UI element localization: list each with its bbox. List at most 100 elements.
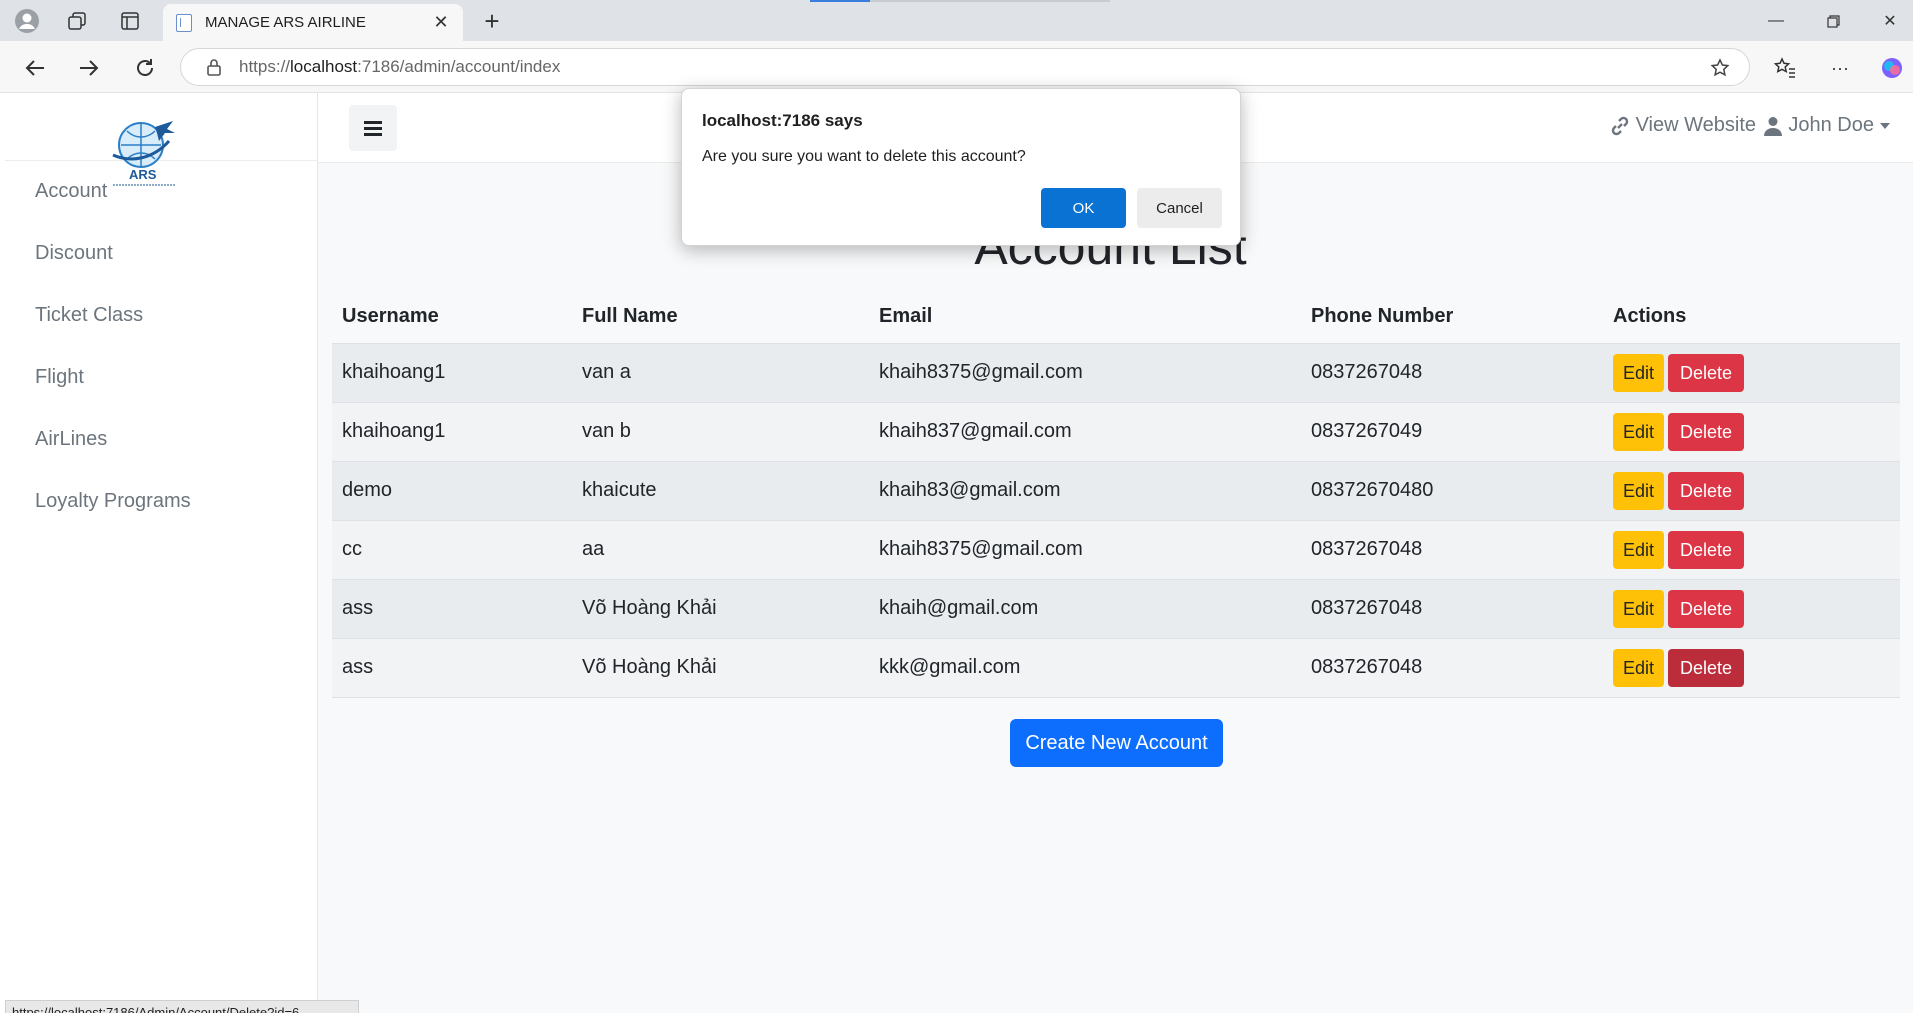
copilot-icon[interactable] [1877, 53, 1907, 83]
tab-actions-icon[interactable] [116, 7, 144, 35]
url-text[interactable]: https://localhost:7186/admin/account/ind… [239, 57, 560, 77]
cell-username: demo [332, 461, 572, 521]
cell-full-name: van b [572, 402, 869, 462]
column-header-username: Username [332, 290, 572, 344]
table-row: khaihoang1 van a khaih8375@gmail.com 083… [332, 343, 1900, 403]
address-bar[interactable]: https://localhost:7186/admin/account/ind… [180, 48, 1750, 86]
cell-email: khaih8375@gmail.com [869, 343, 1301, 403]
delete-button[interactable]: Delete [1668, 471, 1745, 510]
cell-full-name: Võ Hoàng Khải [572, 579, 869, 639]
column-header-phone: Phone Number [1301, 290, 1603, 344]
cell-actions: Edit Delete [1603, 402, 1900, 462]
sidebar-item-flight[interactable]: Flight [35, 367, 191, 429]
back-icon[interactable] [20, 53, 50, 83]
cell-actions: Edit Delete [1603, 520, 1900, 580]
cell-phone: 0837267048 [1301, 638, 1603, 698]
window-accent [810, 0, 870, 2]
delete-button[interactable]: Delete [1668, 589, 1745, 628]
delete-button[interactable]: Delete [1668, 648, 1745, 687]
tab-close-icon[interactable]: ✕ [429, 11, 453, 35]
column-header-email: Email [869, 290, 1301, 344]
cell-email: kkk@gmail.com [869, 638, 1301, 698]
table-row: ass Võ Hoàng Khải kkk@gmail.com 08372670… [332, 638, 1900, 698]
close-window-icon[interactable]: ✕ [1875, 8, 1905, 34]
sidebar-item-loyalty-programs[interactable]: Loyalty Programs [35, 491, 191, 553]
cell-username: ass [332, 579, 572, 639]
cell-username: cc [332, 520, 572, 580]
cell-phone: 0837267048 [1301, 520, 1603, 580]
minimize-icon[interactable]: — [1761, 8, 1791, 34]
sidebar-item-account[interactable]: Account [35, 181, 191, 243]
link-icon [1611, 116, 1628, 135]
cell-full-name: khaicute [572, 461, 869, 521]
cell-phone: 0837267048 [1301, 579, 1603, 639]
edit-button[interactable]: Edit [1613, 471, 1665, 510]
profile-icon[interactable] [13, 7, 41, 35]
browser-titlebar: MANAGE ARS AIRLINE ✕ + — ✕ [0, 0, 1913, 41]
dialog-cancel-button[interactable]: Cancel [1137, 188, 1222, 228]
sidebar-item-discount[interactable]: Discount [35, 243, 191, 305]
sidebar-item-airlines[interactable]: AirLines [35, 429, 191, 491]
sidebar: ARS Account Discount Ticket Class Flight… [5, 93, 318, 1013]
window-accent-secondary [870, 0, 1110, 2]
column-header-full-name: Full Name [572, 290, 869, 344]
cell-username: khaihoang1 [332, 343, 572, 403]
user-icon [1764, 116, 1783, 136]
cell-phone: 0837267048 [1301, 343, 1603, 403]
svg-text:ARS: ARS [129, 167, 157, 182]
favorite-star-icon[interactable] [1709, 57, 1731, 79]
browser-tab[interactable]: MANAGE ARS AIRLINE ✕ [163, 4, 463, 41]
cell-full-name: Võ Hoàng Khải [572, 638, 869, 698]
cell-email: khaih837@gmail.com [869, 402, 1301, 462]
reload-icon[interactable] [130, 53, 160, 83]
favorites-icon[interactable] [1770, 53, 1800, 83]
cell-full-name: van a [572, 343, 869, 403]
more-options-icon[interactable]: ··· [1825, 53, 1855, 83]
cell-actions: Edit Delete [1603, 638, 1900, 698]
cell-email: khaih83@gmail.com [869, 461, 1301, 521]
forward-icon[interactable] [74, 53, 104, 83]
cell-actions: Edit Delete [1603, 461, 1900, 521]
accounts-table: Username Full Name Email Phone Number Ac… [332, 290, 1900, 698]
cell-username: khaihoang1 [332, 402, 572, 462]
user-menu[interactable]: John Doe [1764, 114, 1890, 137]
delete-button[interactable]: Delete [1668, 530, 1745, 569]
delete-button[interactable]: Delete [1668, 353, 1745, 392]
dialog-title: localhost:7186 says [702, 111, 863, 130]
new-tab-icon[interactable]: + [478, 6, 506, 36]
edit-button[interactable]: Edit [1613, 589, 1665, 628]
sidebar-item-ticket-class[interactable]: Ticket Class [35, 305, 191, 367]
page-favicon-icon [176, 13, 192, 32]
menu-toggle-icon[interactable] [349, 105, 397, 151]
view-website-link[interactable]: View Website [1610, 114, 1756, 137]
column-header-actions: Actions [1603, 290, 1900, 344]
table-row: khaihoang1 van b khaih837@gmail.com 0837… [332, 402, 1900, 462]
browser-toolbar: https://localhost:7186/admin/account/ind… [0, 41, 1913, 93]
edit-button[interactable]: Edit [1613, 353, 1665, 392]
edit-button[interactable]: Edit [1613, 530, 1665, 569]
dialog-ok-button[interactable]: OK [1041, 188, 1126, 228]
cell-actions: Edit Delete [1603, 343, 1900, 403]
cell-phone: 0837267049 [1301, 402, 1603, 462]
view-website-label: View Website [1635, 114, 1756, 136]
tab-title: MANAGE ARS AIRLINE [205, 14, 366, 31]
site-info-icon[interactable] [205, 58, 223, 76]
create-account-button[interactable]: Create New Account [1010, 719, 1223, 767]
confirm-dialog: localhost:7186 says Are you sure you wan… [681, 88, 1241, 246]
workspaces-icon[interactable] [63, 7, 91, 35]
restore-icon[interactable] [1818, 8, 1848, 34]
table-row: cc aa khaih8375@gmail.com 0837267048 Edi… [332, 520, 1900, 580]
caret-down-icon [1880, 122, 1890, 129]
cell-phone: 08372670480 [1301, 461, 1603, 521]
status-bar-url: https://localhost:7186/Admin/Account/Del… [5, 1000, 359, 1013]
cell-email: khaih8375@gmail.com [869, 520, 1301, 580]
cell-username: ass [332, 638, 572, 698]
cell-full-name: aa [572, 520, 869, 580]
table-row: demo khaicute khaih83@gmail.com 08372670… [332, 461, 1900, 521]
delete-button[interactable]: Delete [1668, 412, 1745, 451]
user-name: John Doe [1788, 114, 1874, 136]
table-header-row: Username Full Name Email Phone Number Ac… [332, 290, 1900, 344]
edit-button[interactable]: Edit [1613, 412, 1665, 451]
edit-button[interactable]: Edit [1613, 648, 1665, 687]
ars-logo[interactable]: ARS [105, 115, 185, 186]
